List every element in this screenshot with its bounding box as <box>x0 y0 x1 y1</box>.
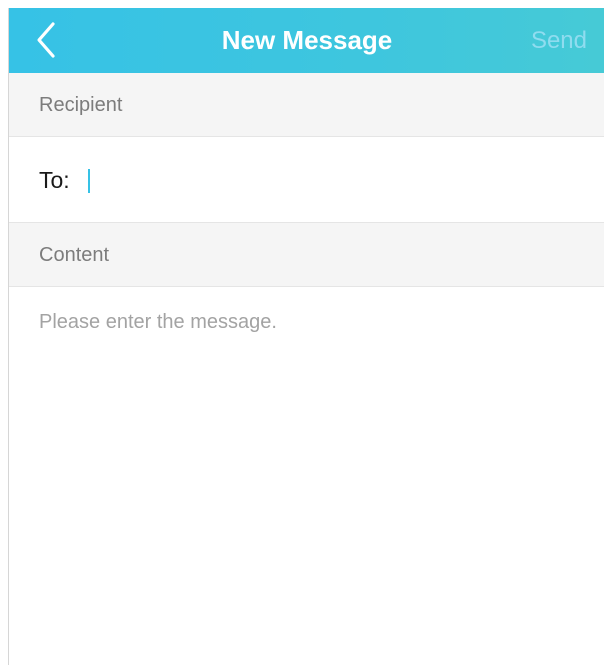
message-input[interactable] <box>39 311 585 641</box>
content-section-header: Content <box>9 223 604 287</box>
new-message-screen: New Message Send Recipient To: Content <box>8 8 604 665</box>
to-label: To: <box>39 167 70 193</box>
chevron-left-icon <box>37 22 55 58</box>
page-title: New Message <box>221 25 393 55</box>
message-area <box>9 287 604 665</box>
navigation-bar: New Message Send <box>9 8 604 73</box>
back-button[interactable] <box>27 20 67 60</box>
text-cursor <box>88 169 90 193</box>
to-row: To: <box>9 137 604 223</box>
recipient-section-label: Recipient <box>39 94 123 116</box>
send-button[interactable]: Send <box>531 8 587 73</box>
recipient-section-header: Recipient <box>9 73 604 137</box>
recipient-input[interactable] <box>85 159 589 203</box>
content-section-label: Content <box>39 244 110 266</box>
